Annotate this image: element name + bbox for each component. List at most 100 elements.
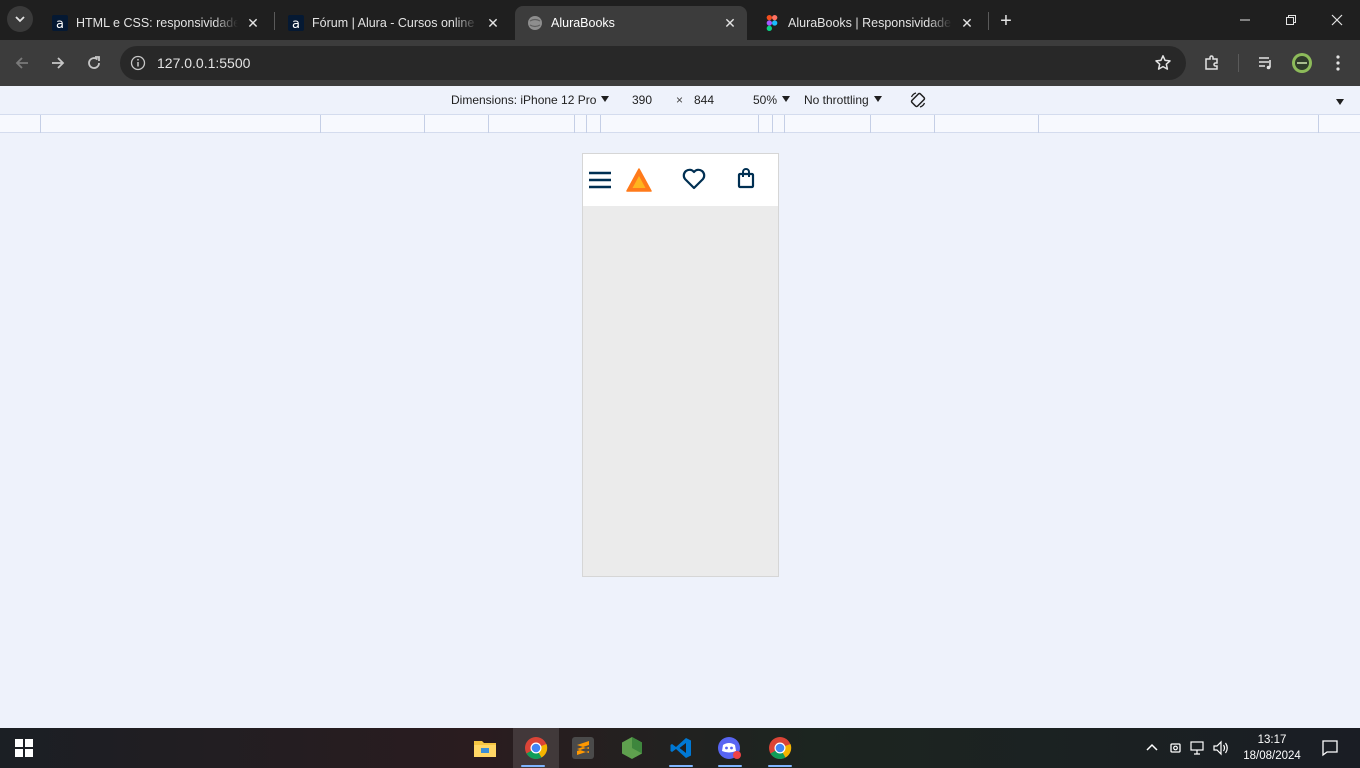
start-button[interactable] bbox=[4, 728, 44, 768]
close-icon bbox=[1331, 14, 1343, 26]
ruler-tick bbox=[934, 115, 935, 133]
chevron-down-icon bbox=[15, 16, 25, 23]
media-control-button[interactable] bbox=[1252, 49, 1280, 77]
media-query-ruler bbox=[0, 114, 1360, 133]
height-input[interactable]: 844 bbox=[694, 93, 714, 107]
taskbar-discord[interactable] bbox=[710, 728, 750, 768]
ruler-tick bbox=[1038, 115, 1039, 133]
arrow-right-icon bbox=[52, 57, 65, 69]
arrow-left-icon bbox=[15, 57, 28, 69]
toolbar-divider bbox=[1238, 54, 1239, 72]
nodejs-icon bbox=[622, 737, 642, 759]
taskbar-vscode[interactable] bbox=[661, 728, 701, 768]
svg-text:a: a bbox=[292, 17, 300, 31]
notifications-button[interactable] bbox=[1310, 728, 1350, 768]
system-tray bbox=[1144, 728, 1230, 768]
tab-strip: a HTML e CSS: responsividade com ✕ a Fór… bbox=[0, 0, 1360, 40]
discord-icon bbox=[718, 737, 741, 759]
ruler-tick bbox=[772, 115, 773, 133]
address-bar[interactable]: 127.0.0.1:5500 bbox=[120, 46, 1186, 80]
more-options-button[interactable] bbox=[1336, 96, 1344, 110]
globe-icon bbox=[527, 15, 543, 31]
profile-button[interactable] bbox=[1288, 49, 1316, 77]
sublime-text-icon bbox=[572, 737, 594, 759]
ruler-tick bbox=[488, 115, 489, 133]
alura-icon: a bbox=[288, 15, 304, 31]
throttling-label: No throttling bbox=[804, 93, 869, 107]
forward-button[interactable] bbox=[44, 49, 72, 77]
dimensions-select[interactable]: Dimensions: iPhone 12 Pro bbox=[451, 93, 610, 107]
reload-icon bbox=[88, 56, 100, 69]
back-button[interactable] bbox=[8, 49, 36, 77]
tab-alurabooks[interactable]: AluraBooks ✕ bbox=[515, 6, 747, 40]
caret-down-icon bbox=[1336, 99, 1344, 105]
restore-icon bbox=[1286, 15, 1296, 25]
tab-title: Fórum | Alura - Cursos online de bbox=[312, 16, 478, 30]
menu-button[interactable] bbox=[1324, 49, 1352, 77]
zoom-select[interactable]: 50% bbox=[753, 93, 791, 107]
star-icon[interactable] bbox=[1154, 54, 1172, 72]
taskbar-chrome-2[interactable] bbox=[760, 728, 800, 768]
taskbar-file-explorer[interactable] bbox=[465, 728, 505, 768]
caret-down-icon bbox=[782, 96, 791, 102]
clock[interactable]: 13:17 18/08/2024 bbox=[1238, 732, 1306, 764]
alura-icon: a bbox=[52, 15, 68, 31]
restore-button[interactable] bbox=[1268, 0, 1314, 40]
tab-html-css[interactable]: a HTML e CSS: responsividade com ✕ bbox=[40, 6, 270, 40]
file-explorer-icon bbox=[474, 741, 496, 757]
minimize-icon bbox=[1240, 19, 1250, 21]
close-icon[interactable]: ✕ bbox=[721, 14, 739, 32]
heart-icon[interactable] bbox=[682, 168, 706, 190]
avatar bbox=[1292, 53, 1312, 73]
ruler-tick bbox=[784, 115, 785, 133]
media-queue-icon bbox=[1259, 57, 1271, 70]
tab-title: AluraBooks | Responsividade com bbox=[788, 16, 952, 30]
minimize-button[interactable] bbox=[1222, 0, 1268, 40]
tab-title: AluraBooks bbox=[551, 16, 615, 30]
tab-search-button[interactable] bbox=[7, 6, 33, 32]
new-tab-button[interactable]: + bbox=[994, 9, 1018, 33]
rotate-button[interactable] bbox=[909, 91, 927, 112]
taskbar-nodejs[interactable] bbox=[612, 728, 652, 768]
reload-button[interactable] bbox=[80, 49, 108, 77]
figma-icon bbox=[764, 15, 780, 31]
throttling-select[interactable]: No throttling bbox=[804, 93, 882, 107]
network-icon[interactable] bbox=[1190, 740, 1206, 756]
taskbar-sublime[interactable] bbox=[563, 728, 603, 768]
close-window-button[interactable] bbox=[1314, 0, 1360, 40]
ruler-tick bbox=[870, 115, 871, 133]
taskbar-chrome[interactable] bbox=[513, 728, 559, 768]
volume-icon[interactable] bbox=[1212, 740, 1230, 756]
ruler-tick bbox=[600, 115, 601, 133]
windows-icon bbox=[15, 739, 33, 757]
meet-now-icon[interactable] bbox=[1168, 740, 1184, 756]
url-text: 127.0.0.1:5500 bbox=[157, 55, 251, 71]
tab-forum[interactable]: a Fórum | Alura - Cursos online de ✕ bbox=[276, 6, 510, 40]
chevron-up-icon[interactable] bbox=[1144, 740, 1160, 756]
zoom-label: 50% bbox=[753, 93, 778, 107]
tab-figma[interactable]: AluraBooks | Responsividade com ✕ bbox=[752, 6, 984, 40]
ruler-tick bbox=[320, 115, 321, 133]
rotate-icon bbox=[910, 92, 926, 108]
caret-down-icon bbox=[873, 96, 882, 102]
ruler-tick bbox=[574, 115, 575, 133]
browser-toolbar: 127.0.0.1:5500 bbox=[0, 40, 1360, 86]
info-icon[interactable] bbox=[130, 55, 146, 71]
notification-icon bbox=[1322, 740, 1338, 757]
windows-taskbar: 13:17 18/08/2024 bbox=[0, 728, 1360, 768]
ruler-tick bbox=[1318, 115, 1319, 133]
close-icon[interactable]: ✕ bbox=[244, 14, 262, 32]
dimensions-label: Dimensions: iPhone 12 Pro bbox=[451, 93, 597, 107]
shopping-bag-icon[interactable] bbox=[736, 168, 756, 190]
extensions-button[interactable] bbox=[1198, 49, 1226, 77]
ruler-tick bbox=[424, 115, 425, 133]
site-header bbox=[583, 154, 778, 206]
tab-separator bbox=[988, 12, 989, 30]
hamburger-menu-icon[interactable] bbox=[588, 170, 612, 190]
width-input[interactable]: 390 bbox=[632, 93, 652, 107]
alurabooks-logo[interactable] bbox=[626, 168, 652, 192]
svg-text:a: a bbox=[56, 17, 64, 31]
close-icon[interactable]: ✕ bbox=[958, 14, 976, 32]
close-icon[interactable]: ✕ bbox=[484, 14, 502, 32]
tab-title: HTML e CSS: responsividade com bbox=[76, 16, 238, 30]
